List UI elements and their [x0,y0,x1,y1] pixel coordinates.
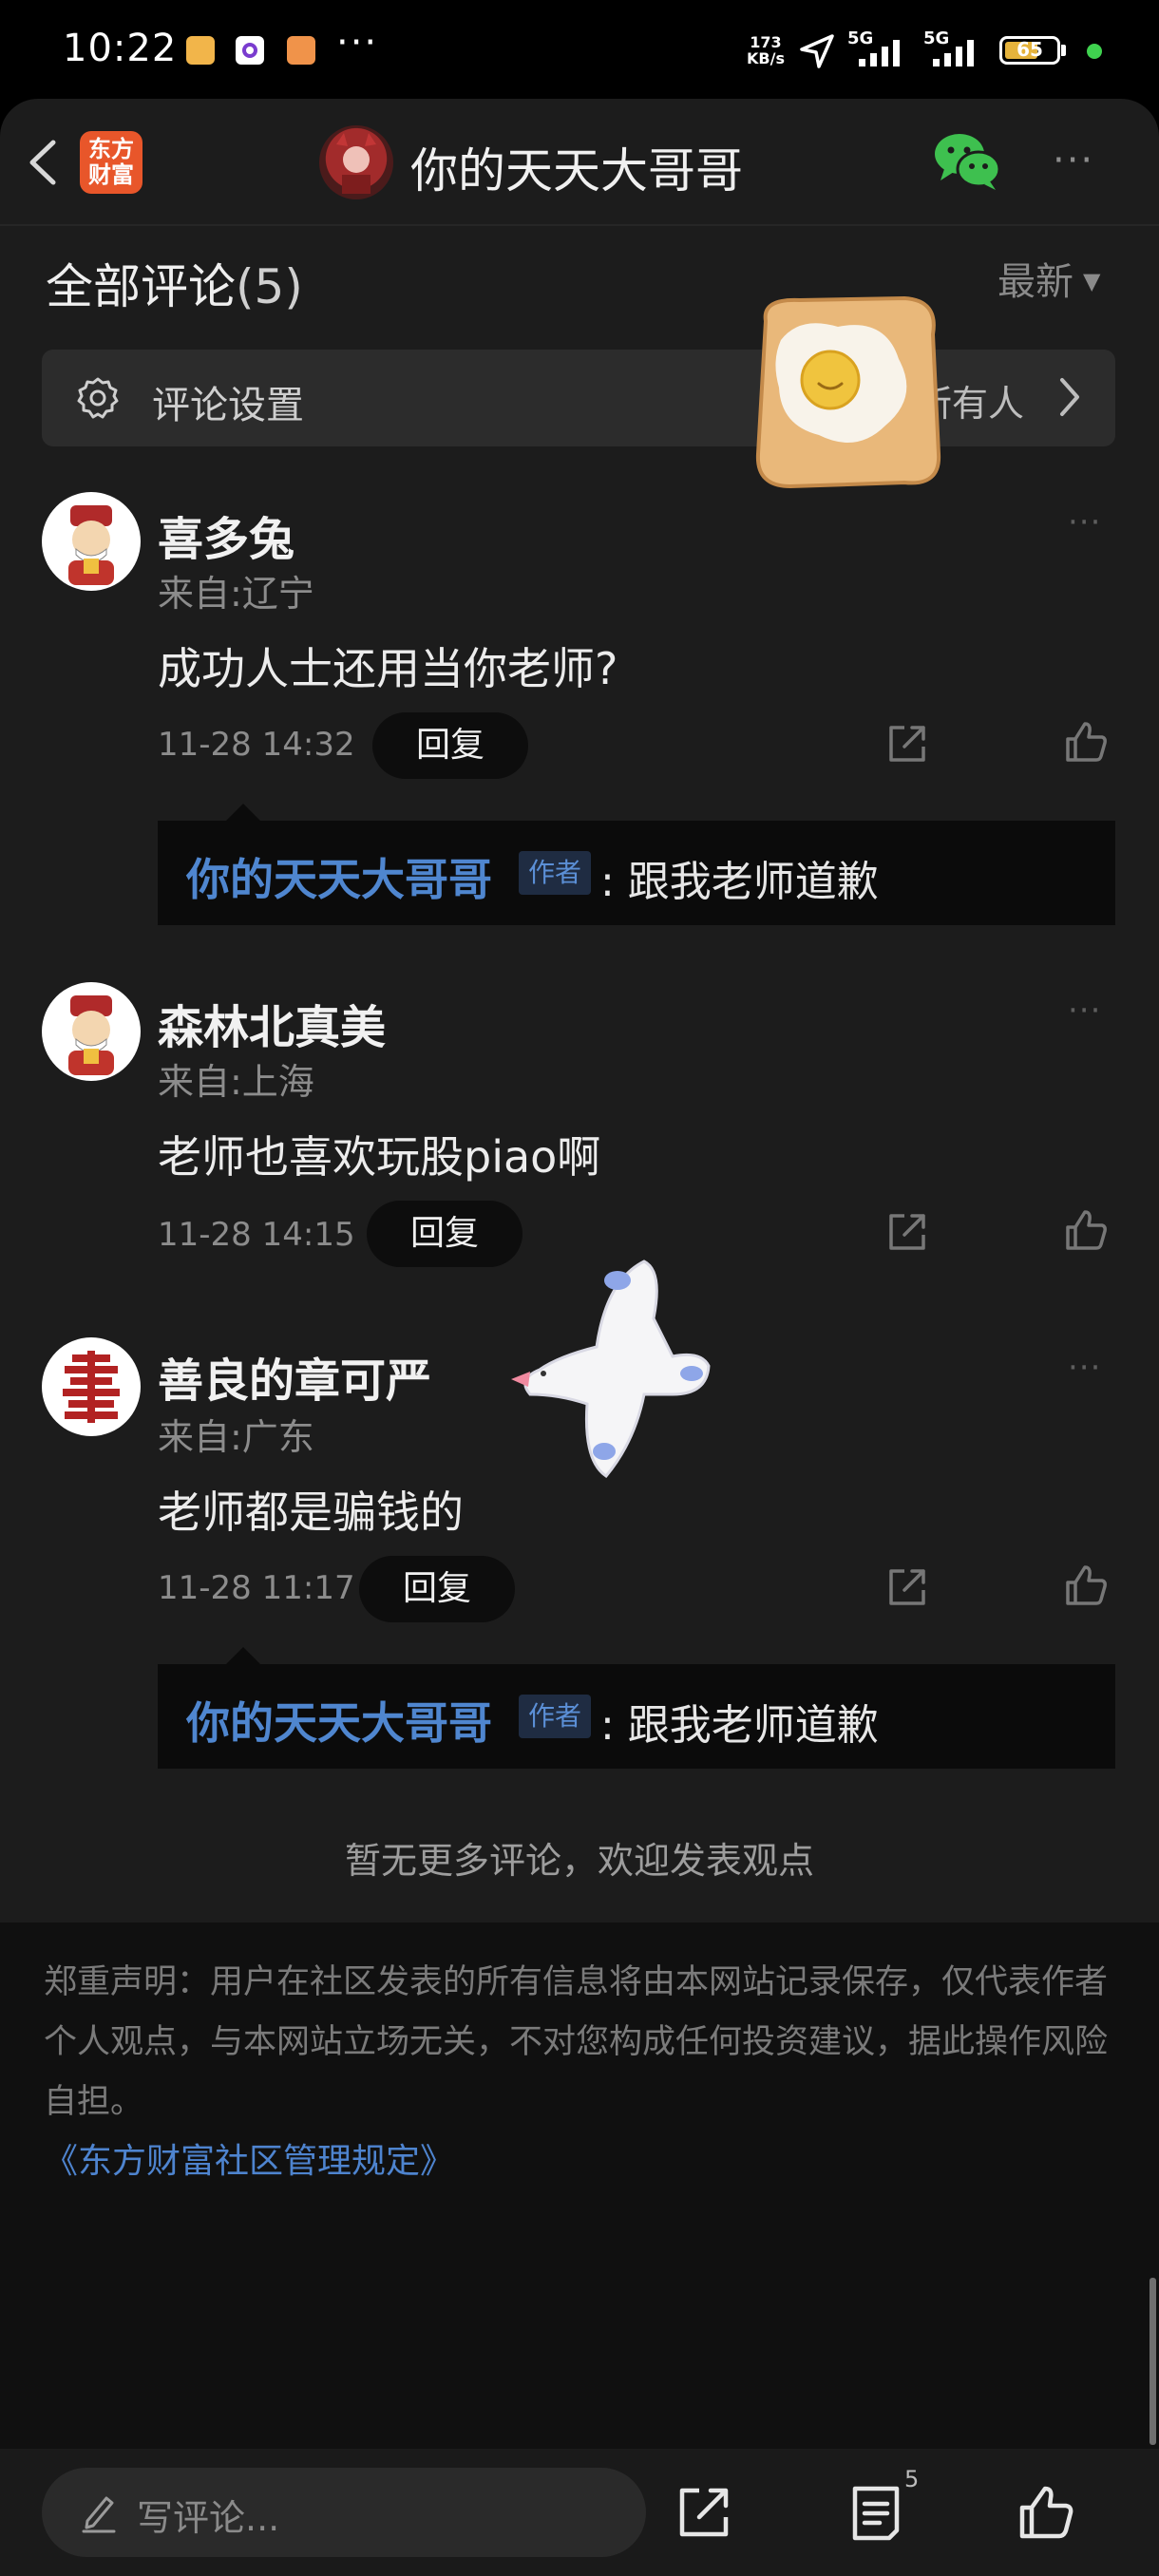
reply-author-name[interactable]: 你的天天大哥哥 [186,845,492,908]
write-comment-input[interactable]: 写评论... [42,2468,646,2557]
notification-app-icon [236,36,264,65]
no-more-comments: 暂无更多评论，欢迎发表观点 [344,1840,814,1882]
gear-icon [77,377,119,419]
author-badge: 作者 [519,1695,591,1738]
notification-app-icon [287,36,315,65]
reply-text: : 跟我老师道歉 [600,858,879,906]
commenter-name[interactable]: 善良的章可严 [158,1343,431,1410]
commenter-name[interactable]: 森林北真美 [158,990,386,1056]
notification-app-icon [186,36,215,65]
reply-button[interactable]: 回复 [367,1201,522,1267]
wechat-share-icon[interactable] [933,131,1001,192]
signal-icon [933,40,974,66]
network-speed: 173 KB/s [747,33,785,67]
reply-author-name[interactable]: 你的天天大哥哥 [186,1689,492,1752]
bottom-bar: 写评论... 5 [0,2449,1159,2576]
reply-text: : 跟我老师道歉 [600,1701,879,1750]
like-icon[interactable] [1062,1562,1110,1609]
comment-settings-label: 评论设置 [152,384,304,427]
back-icon[interactable] [19,129,65,196]
write-comment-placeholder: 写评论... [137,2497,280,2539]
status-bar: 10:22 ··· 173 KB/s 5G 5G 65 [0,0,1159,99]
scrollbar[interactable] [1150,2278,1156,2445]
comment-more-icon[interactable]: ··· [1068,503,1101,541]
like-icon[interactable] [1062,1206,1110,1254]
commenter-avatar[interactable] [42,492,141,591]
commenter-location: 来自:辽宁 [158,573,314,615]
app-logo[interactable]: 东方 财富 [80,131,142,194]
share-icon[interactable] [884,1208,931,1256]
pencil-icon [82,2496,116,2533]
comment-more-icon[interactable]: ··· [1068,1349,1101,1387]
comment-time: 11-28 14:32 [158,726,355,764]
share-icon[interactable] [884,1563,931,1611]
comment-text: 成功人士还用当你老师? [158,643,618,694]
comment-time: 11-28 14:15 [158,1216,355,1254]
more-notifications-icon: ··· [336,21,379,65]
privacy-indicator-dot [1087,44,1102,59]
comments-count: (5) [236,259,303,314]
battery-icon: 65 [999,36,1060,65]
author-badge: 作者 [519,851,591,895]
egg-toast-sticker [755,295,941,489]
comment-settings-row[interactable]: 评论设置 所有人 [42,350,1115,446]
signal-icon [859,40,900,66]
sort-dropdown[interactable]: 最新 ▼ [998,251,1100,306]
location-arrow-icon [800,34,834,68]
author-reply[interactable]: 你的天天大哥哥 作者 : 跟我老师道歉 [158,1647,1115,1769]
page-title: 你的天天大哥哥 [410,143,743,199]
disclaimer-text: 郑重声明：用户在社区发表的所有信息将由本网站记录保存，仅代表作者个人观点，与本网… [44,1963,1109,2121]
bird-sticker [511,1260,711,1478]
commenter-avatar[interactable] [42,1337,141,1436]
comments-title: 全部评论(5) [46,259,303,314]
chevron-right-icon [1060,378,1079,416]
status-time: 10:22 [63,27,178,70]
more-options-icon[interactable]: ··· [1053,139,1094,182]
reply-button[interactable]: 回复 [359,1556,515,1622]
share-icon[interactable] [674,2483,733,2542]
comment-time: 11-28 11:17 [158,1569,355,1607]
header-divider [0,224,1159,226]
share-icon[interactable] [884,720,931,767]
commenter-location: 来自:上海 [158,1061,314,1103]
author-reply[interactable]: 你的天天大哥哥 作者 : 跟我老师道歉 [158,804,1115,925]
commenter-name[interactable]: 喜多兔 [158,502,294,568]
reply-button[interactable]: 回复 [372,712,528,779]
comment-text: 老师都是骗钱的 [158,1487,464,1538]
comment-text: 老师也喜欢玩股piao啊 [158,1131,601,1183]
commenter-avatar[interactable] [42,982,141,1081]
like-icon[interactable] [1016,2483,1075,2542]
comment-more-icon[interactable]: ··· [1068,992,1101,1030]
author-avatar[interactable] [319,125,393,199]
comment-count-badge: 5 [904,2466,920,2492]
caret-down-icon: ▼ [1083,268,1101,294]
community-rules-link[interactable]: 《东方财富社区管理规定》 [44,2133,454,2183]
comments-list-icon[interactable] [847,2483,906,2542]
like-icon[interactable] [1062,718,1110,766]
commenter-location: 来自:广东 [158,1416,314,1458]
